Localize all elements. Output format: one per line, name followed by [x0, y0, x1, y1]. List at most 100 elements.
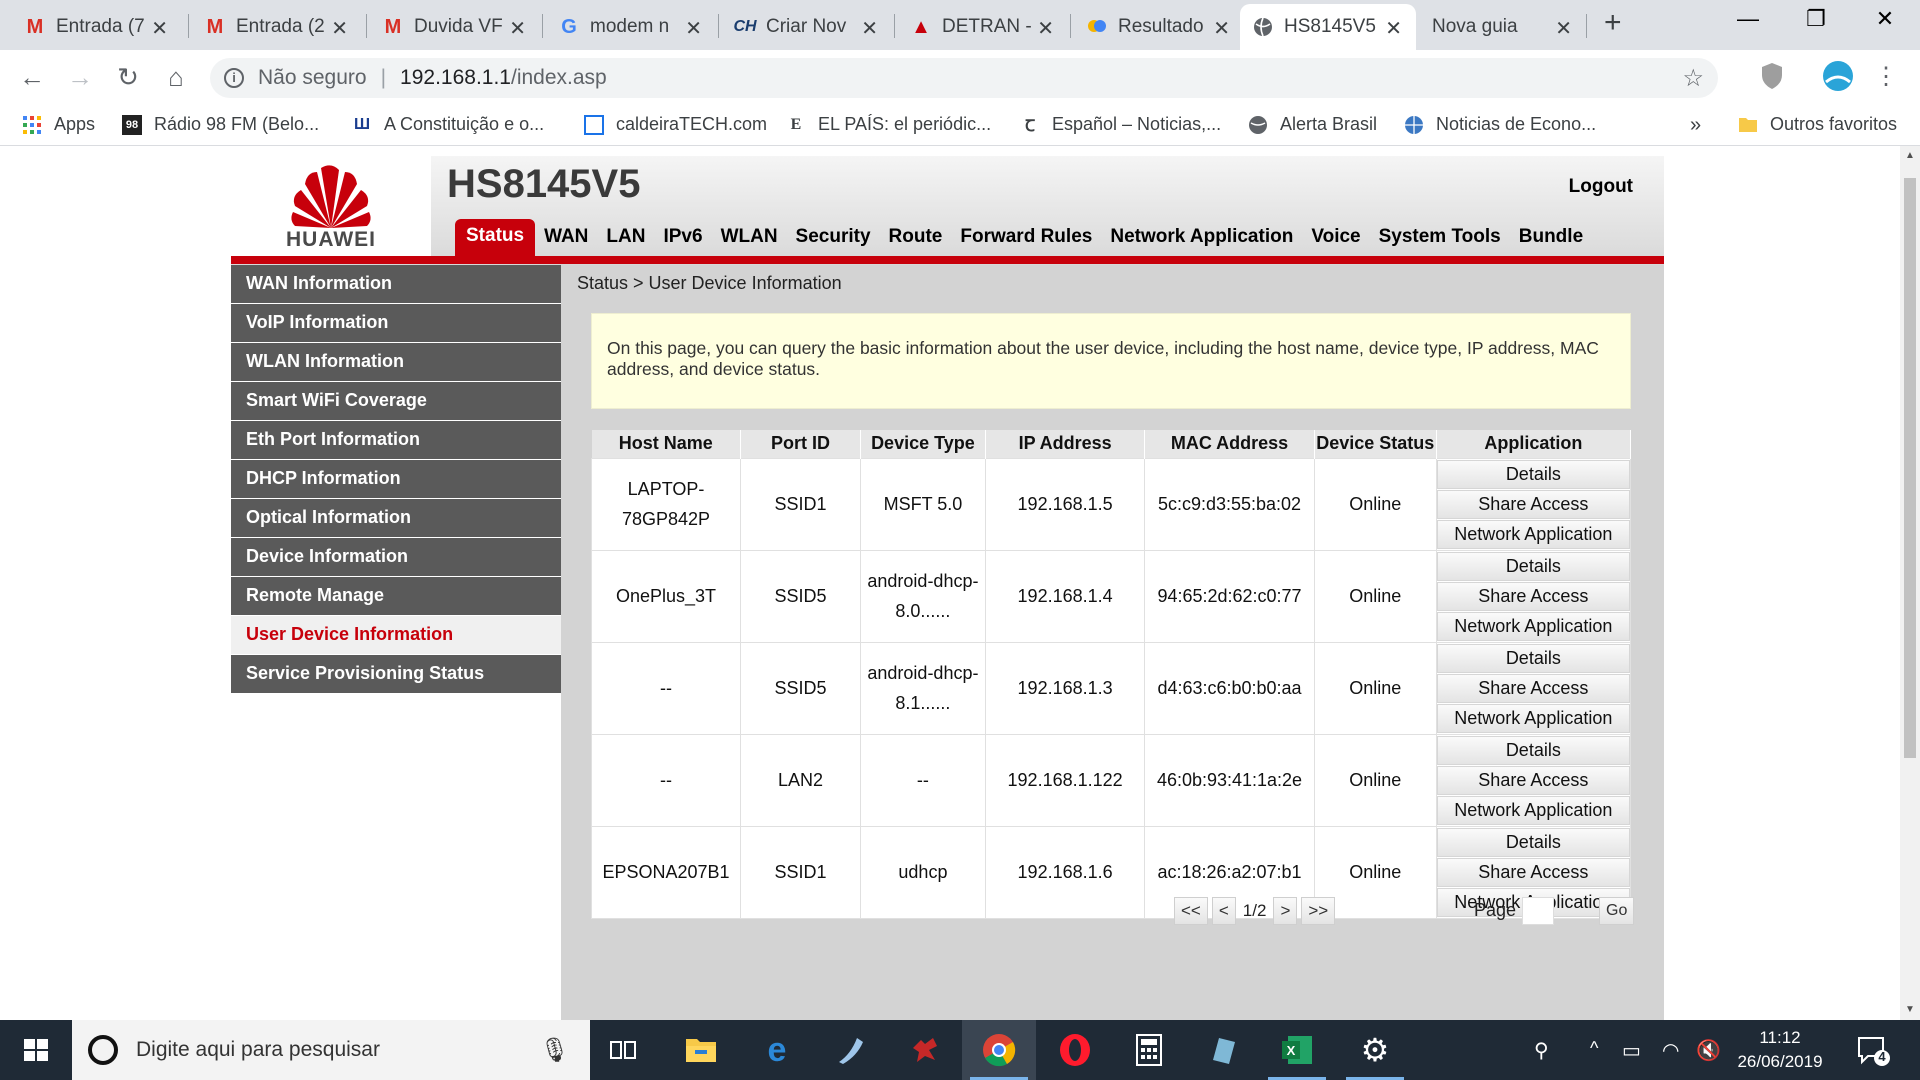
sidebar-item-voip-information[interactable]: VoIP Information [231, 304, 561, 342]
taskbar-search[interactable]: Digite aqui para pesquisar 🎙 [72, 1020, 590, 1080]
microphone-icon[interactable]: 🎙 [540, 1036, 570, 1065]
scroll-up-icon[interactable]: ▲ [1905, 150, 1915, 161]
browser-tab-active[interactable]: HS8145V5 ✕ [1240, 4, 1416, 50]
details-button[interactable]: Details [1436, 551, 1630, 581]
last-page-button[interactable]: >> [1301, 897, 1336, 925]
sidebar-item-remote-manage[interactable]: Remote Manage [231, 577, 561, 615]
battery-icon[interactable]: ▭ [1622, 1038, 1641, 1063]
menu-icon[interactable]: ⋮ [1870, 62, 1902, 91]
bookmark-constituicao[interactable]: Ш A Constituição e o... [352, 114, 544, 135]
browser-tab[interactable]: CH Criar Nov ✕ [722, 4, 892, 50]
share-access-button[interactable]: Share Access [1436, 857, 1630, 887]
sidebar-item-user-device-information[interactable]: User Device Information [231, 616, 561, 654]
reload-button[interactable]: ↻ [112, 62, 144, 93]
nav-network-application[interactable]: Network Application [1101, 226, 1302, 256]
details-button[interactable]: Details [1436, 459, 1630, 489]
page-scrollbar[interactable]: ▲ ▼ [1900, 146, 1920, 1020]
close-icon[interactable]: ✕ [861, 16, 878, 41]
network-application-button[interactable]: Network Application [1436, 519, 1630, 549]
calculator-icon[interactable] [1112, 1020, 1186, 1080]
shield-extension-icon[interactable] [1760, 62, 1786, 89]
excel-icon[interactable]: X [1260, 1020, 1334, 1080]
nav-route[interactable]: Route [880, 226, 952, 256]
other-bookmarks[interactable]: Outros favoritos [1738, 114, 1897, 135]
sidebar-item-dhcp-information[interactable]: DHCP Information [231, 460, 561, 498]
browser-tab[interactable]: G modem n ✕ [546, 4, 716, 50]
details-button[interactable]: Details [1436, 643, 1630, 673]
bookmark-elpais[interactable]: E EL PAÍS: el periódic... [786, 114, 991, 135]
page-number-input[interactable] [1522, 897, 1554, 925]
home-button[interactable]: ⌂ [160, 62, 192, 93]
bookmark-radio[interactable]: 98 Rádio 98 FM (Belo... [122, 114, 319, 135]
sidebar-item-optical-information[interactable]: Optical Information [231, 499, 561, 537]
share-access-button[interactable]: Share Access [1436, 489, 1630, 519]
app-icon[interactable] [814, 1020, 888, 1080]
nav-wan[interactable]: WAN [535, 226, 597, 256]
share-access-button[interactable]: Share Access [1436, 765, 1630, 795]
file-explorer-icon[interactable] [664, 1020, 738, 1080]
details-button[interactable]: Details [1436, 827, 1630, 857]
close-icon[interactable]: ✕ [1213, 16, 1230, 41]
restore-button[interactable]: ❐ [1793, 6, 1839, 32]
settings-icon[interactable]: ⚙ [1338, 1020, 1412, 1080]
nav-lan[interactable]: LAN [597, 226, 654, 256]
close-icon[interactable]: ✕ [151, 16, 168, 41]
sidebar-item-device-information[interactable]: Device Information [231, 538, 561, 576]
nav-ipv6[interactable]: IPv6 [654, 226, 711, 256]
sidebar-item-wan-information[interactable]: WAN Information [231, 265, 561, 303]
browser-tab[interactable]: M Duvida VF ✕ [370, 4, 540, 50]
browser-tab[interactable]: M Entrada (2 ✕ [192, 4, 362, 50]
nav-bundle[interactable]: Bundle [1510, 226, 1592, 256]
browser-tab[interactable]: Nova guia ✕ [1420, 4, 1586, 50]
bookmark-espanol[interactable]: Ꞇ Español – Noticias,... [1020, 114, 1221, 135]
sidebar-item-eth-port-information[interactable]: Eth Port Information [231, 421, 561, 459]
browser-tab[interactable]: ▲ DETRAN - ✕ [898, 4, 1068, 50]
task-view-icon[interactable] [586, 1020, 660, 1080]
bookmark-apps[interactable]: Apps [22, 114, 95, 135]
opera-icon[interactable] [1038, 1020, 1112, 1080]
new-tab-button[interactable]: + [1604, 6, 1622, 40]
share-access-button[interactable]: Share Access [1436, 673, 1630, 703]
close-icon[interactable]: ✕ [1037, 16, 1054, 41]
profile-avatar-icon[interactable] [1822, 60, 1853, 91]
system-clock[interactable]: 11:12 26/06/2019 [1720, 1026, 1840, 1074]
volume-muted-icon[interactable]: 🔇 [1696, 1038, 1721, 1063]
scroll-down-icon[interactable]: ▼ [1905, 1004, 1915, 1015]
share-access-button[interactable]: Share Access [1436, 581, 1630, 611]
info-icon[interactable]: i [224, 68, 244, 88]
details-button[interactable]: Details [1436, 735, 1630, 765]
sidebar-item-smart-wifi-coverage[interactable]: Smart WiFi Coverage [231, 382, 561, 420]
close-icon[interactable]: ✕ [1385, 16, 1402, 41]
nav-system-tools[interactable]: System Tools [1370, 226, 1510, 256]
close-icon[interactable]: ✕ [509, 16, 526, 41]
nav-forward-rules[interactable]: Forward Rules [951, 226, 1101, 256]
network-application-button[interactable]: Network Application [1436, 611, 1630, 641]
close-icon[interactable]: ✕ [331, 16, 348, 41]
minimize-button[interactable]: — [1725, 6, 1771, 32]
go-button[interactable]: Go [1599, 897, 1635, 925]
star-icon[interactable]: ☆ [1682, 64, 1704, 93]
bookmark-caldeiratech[interactable]: caldeiraTECH.com [584, 114, 767, 135]
address-bar[interactable]: i Não seguro | 192.168.1.1 /index.asp ☆ [210, 58, 1718, 98]
prev-page-button[interactable]: < [1211, 897, 1236, 925]
network-application-button[interactable]: Network Application [1436, 703, 1630, 733]
nav-status[interactable]: Status [455, 219, 536, 256]
logout-link[interactable]: Logout [1569, 176, 1633, 198]
next-page-button[interactable]: > [1273, 897, 1298, 925]
bookmark-noticias[interactable]: Noticias de Econo... [1404, 114, 1596, 135]
back-button[interactable]: ← [16, 62, 48, 93]
nav-security[interactable]: Security [787, 226, 880, 256]
forward-button[interactable]: → [64, 62, 96, 93]
people-icon[interactable]: ⚲ [1534, 1038, 1549, 1063]
sidebar-item-service-provisioning-status[interactable]: Service Provisioning Status [231, 655, 561, 693]
nav-wlan[interactable]: WLAN [712, 226, 787, 256]
game-icon[interactable] [888, 1020, 962, 1080]
first-page-button[interactable]: << [1174, 897, 1208, 925]
bookmark-alerta-brasil[interactable]: Alerta Brasil [1248, 114, 1377, 135]
close-icon[interactable]: ✕ [685, 16, 702, 41]
start-button[interactable] [0, 1020, 72, 1080]
close-icon[interactable]: ✕ [1555, 16, 1572, 41]
nav-voice[interactable]: Voice [1302, 226, 1369, 256]
wifi-icon[interactable]: ◠ [1662, 1038, 1679, 1063]
chrome-icon[interactable] [962, 1020, 1036, 1080]
